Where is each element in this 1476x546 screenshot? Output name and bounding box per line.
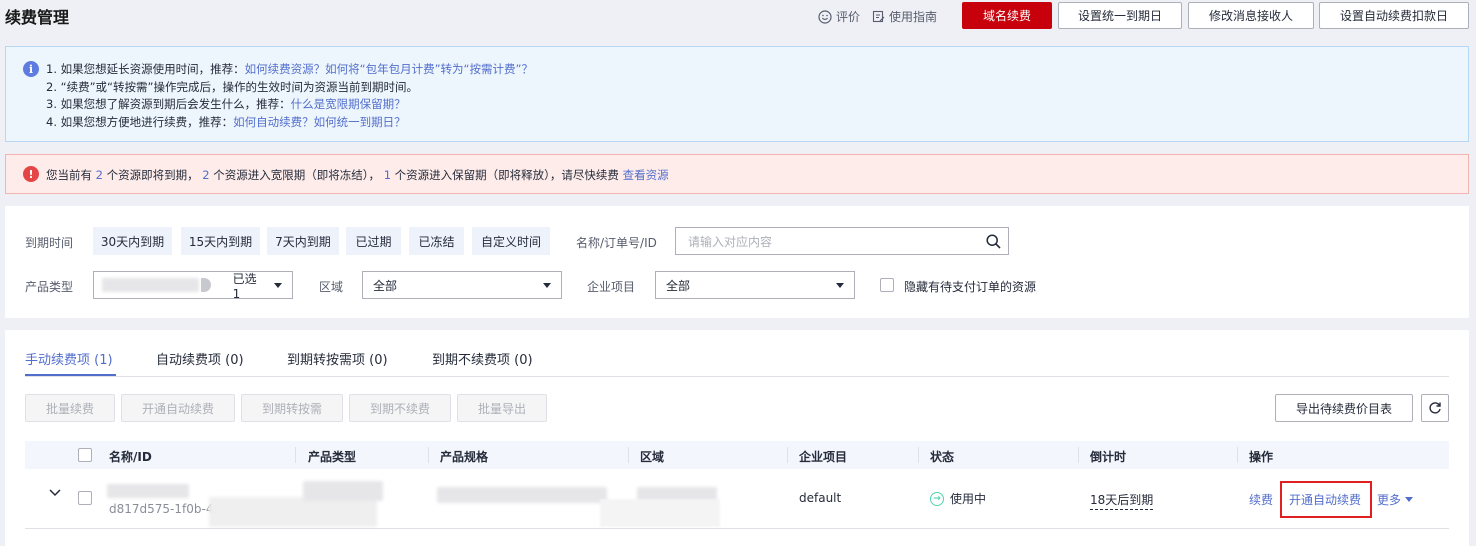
- status-badge: → 使用中: [930, 490, 986, 507]
- region-select[interactable]: 全部: [362, 271, 562, 299]
- refresh-button[interactable]: [1421, 394, 1449, 422]
- col-separator: [628, 447, 629, 463]
- info-line-1: 1. 如果您想延长资源使用时间，推荐：如何续费资源？如何将“包年包月计费”转为“…: [46, 62, 533, 76]
- chevron-down-icon: [543, 282, 551, 288]
- region-label: 区域: [319, 280, 344, 294]
- smile-icon: [818, 9, 832, 24]
- chip-custom-time[interactable]: 自定义时间: [472, 227, 550, 255]
- enterprise-project-label: 企业项目: [587, 280, 636, 294]
- col-region: 区域: [640, 450, 665, 464]
- col-countdown: 倒计时: [1090, 450, 1127, 464]
- unify-date-button[interactable]: 设置统一到期日: [1058, 2, 1182, 29]
- col-enterprise-project: 企业项目: [799, 450, 848, 464]
- info-icon: i: [23, 61, 39, 77]
- hide-pending-checkbox[interactable]: [880, 278, 894, 292]
- countdown-value[interactable]: 18天后到期: [1090, 491, 1154, 510]
- table-header: 名称/ID 产品类型 产品规格 区域 企业项目 状态 倒计时 操作: [25, 441, 1449, 469]
- chip-frozen[interactable]: 已冻结: [409, 227, 464, 255]
- batch-renew-button[interactable]: 批量续费: [25, 394, 115, 422]
- resource-id: d817d575-1f0b-45: [109, 502, 222, 516]
- product-type-tag: [102, 278, 199, 292]
- batch-export-button[interactable]: 批量导出: [457, 394, 547, 422]
- hide-pending-label: 隐藏有待支付订单的资源: [904, 280, 1037, 294]
- renewal-list-panel: 手动续费项 (1) 自动续费项 (0) 到期转按需项 (0) 到期不续费项 (0…: [5, 330, 1469, 546]
- chip-7-days[interactable]: 7天内到期: [267, 227, 339, 255]
- info-line-4: 4. 如果您想方便地进行续费，推荐：如何自动续费？如何统一到期日？: [46, 115, 406, 129]
- col-product-spec: 产品规格: [440, 450, 489, 464]
- export-price-list-button[interactable]: 导出待续费价目表: [1275, 394, 1413, 422]
- col-status: 状态: [930, 450, 955, 464]
- col-operation: 操作: [1249, 450, 1274, 464]
- enable-auto-renew-link[interactable]: 开通自动续费: [1289, 491, 1361, 508]
- auto-deduct-date-button[interactable]: 设置自动续费扣款日: [1319, 2, 1469, 29]
- row-checkbox[interactable]: [78, 491, 92, 505]
- col-separator: [1237, 447, 1238, 463]
- tab-active-indicator: [25, 374, 116, 376]
- guide-icon: [872, 10, 885, 23]
- tab-no-renew[interactable]: 到期不续费项 (0): [432, 349, 533, 368]
- col-product-type: 产品类型: [308, 450, 357, 464]
- masked-area: [209, 497, 377, 527]
- expiry-label: 到期时间: [25, 236, 74, 250]
- to-ondemand-button[interactable]: 到期转按需: [241, 394, 343, 422]
- product-type-select[interactable]: 已选 1: [93, 271, 293, 301]
- enterprise-project-select[interactable]: 全部: [655, 271, 855, 299]
- tag-end: [200, 278, 211, 292]
- info-line-2: 2. “续费”或“转按需”操作完成后，操作的生效时间为资源当前到期时间。: [46, 80, 418, 94]
- col-separator: [787, 447, 788, 463]
- chip-15-days[interactable]: 15天内到期: [181, 227, 260, 255]
- tab-manual-renew[interactable]: 手动续费项 (1): [25, 349, 113, 368]
- col-name-id: 名称/ID: [109, 450, 152, 464]
- chevron-down-icon: [1405, 497, 1414, 502]
- resource-name[interactable]: [107, 484, 189, 498]
- select-all-checkbox[interactable]: [78, 448, 92, 462]
- renew-help-link[interactable]: 如何续费资源？如何将“包年包月计费”转为“按需计费”？: [245, 62, 533, 76]
- recipient-button[interactable]: 修改消息接收人: [1188, 2, 1314, 29]
- info-notice: i 1. 如果您想延长资源使用时间，推荐：如何续费资源？如何将“包年包月计费”转…: [5, 46, 1469, 142]
- product-type-value: [303, 481, 383, 501]
- info-line-3: 3. 如果您想了解资源到期后会发生什么，推荐：什么是宽限期保留期？: [46, 97, 406, 111]
- guide-label: 使用指南: [889, 10, 938, 24]
- enterprise-project-value: default: [799, 491, 842, 505]
- running-icon: →: [930, 491, 944, 506]
- chip-expired[interactable]: 已过期: [346, 227, 401, 255]
- view-resources-link[interactable]: 查看资源: [623, 168, 669, 182]
- expiry-warning: ! 您当前有 2 个资源即将到期， 2 个资源进入宽限期（即将冻结）， 1 个资…: [5, 154, 1469, 194]
- page-title: 续费管理: [5, 8, 70, 27]
- table-row: d817d575-1f0b-45 default → 使用中 18天后到期 续费…: [25, 469, 1449, 528]
- tab-to-ondemand[interactable]: 到期转按需项 (0): [287, 349, 388, 368]
- grace-period-link[interactable]: 什么是宽限期保留期？: [291, 97, 406, 111]
- col-separator: [918, 447, 919, 463]
- chevron-down-icon: [274, 282, 282, 288]
- chip-30-days[interactable]: 30天内到期: [93, 227, 172, 255]
- rate-label: 评价: [836, 10, 861, 24]
- row-divider: [25, 528, 1449, 529]
- alert-icon: !: [23, 166, 39, 182]
- rate-link[interactable]: 评价: [818, 8, 860, 25]
- chevron-down-icon: [836, 282, 844, 288]
- domain-renew-button[interactable]: 域名续费: [962, 2, 1052, 29]
- tab-divider: [25, 376, 1449, 377]
- filter-panel: 到期时间 30天内到期 15天内到期 7天内到期 已过期 已冻结 自定义时间 名…: [5, 206, 1469, 318]
- product-spec-value: [437, 487, 607, 503]
- search-icon[interactable]: [986, 233, 1001, 249]
- tab-auto-renew[interactable]: 自动续费项 (0): [156, 349, 244, 368]
- guide-link[interactable]: 使用指南: [872, 8, 937, 25]
- more-dropdown[interactable]: 更多: [1377, 491, 1414, 508]
- col-separator: [1078, 447, 1079, 463]
- renew-link[interactable]: 续费: [1249, 491, 1273, 508]
- masked-area: [600, 499, 720, 527]
- product-type-label: 产品类型: [25, 280, 74, 294]
- col-separator: [428, 447, 429, 463]
- search-input[interactable]: 请输入对应内容: [675, 227, 1009, 255]
- refresh-icon: [1428, 401, 1442, 415]
- warning-text: 您当前有 2 个资源即将到期， 2 个资源进入宽限期（即将冻结）， 1 个资源进…: [46, 168, 669, 182]
- enable-auto-renew-button[interactable]: 开通自动续费: [121, 394, 235, 422]
- col-separator: [295, 447, 296, 463]
- no-renew-button[interactable]: 到期不续费: [349, 394, 451, 422]
- name-id-label: 名称/订单号/ID: [576, 236, 657, 250]
- auto-renew-help-link[interactable]: 如何自动续费？如何统一到期日？: [233, 115, 406, 129]
- expand-chevron-icon[interactable]: [49, 489, 61, 497]
